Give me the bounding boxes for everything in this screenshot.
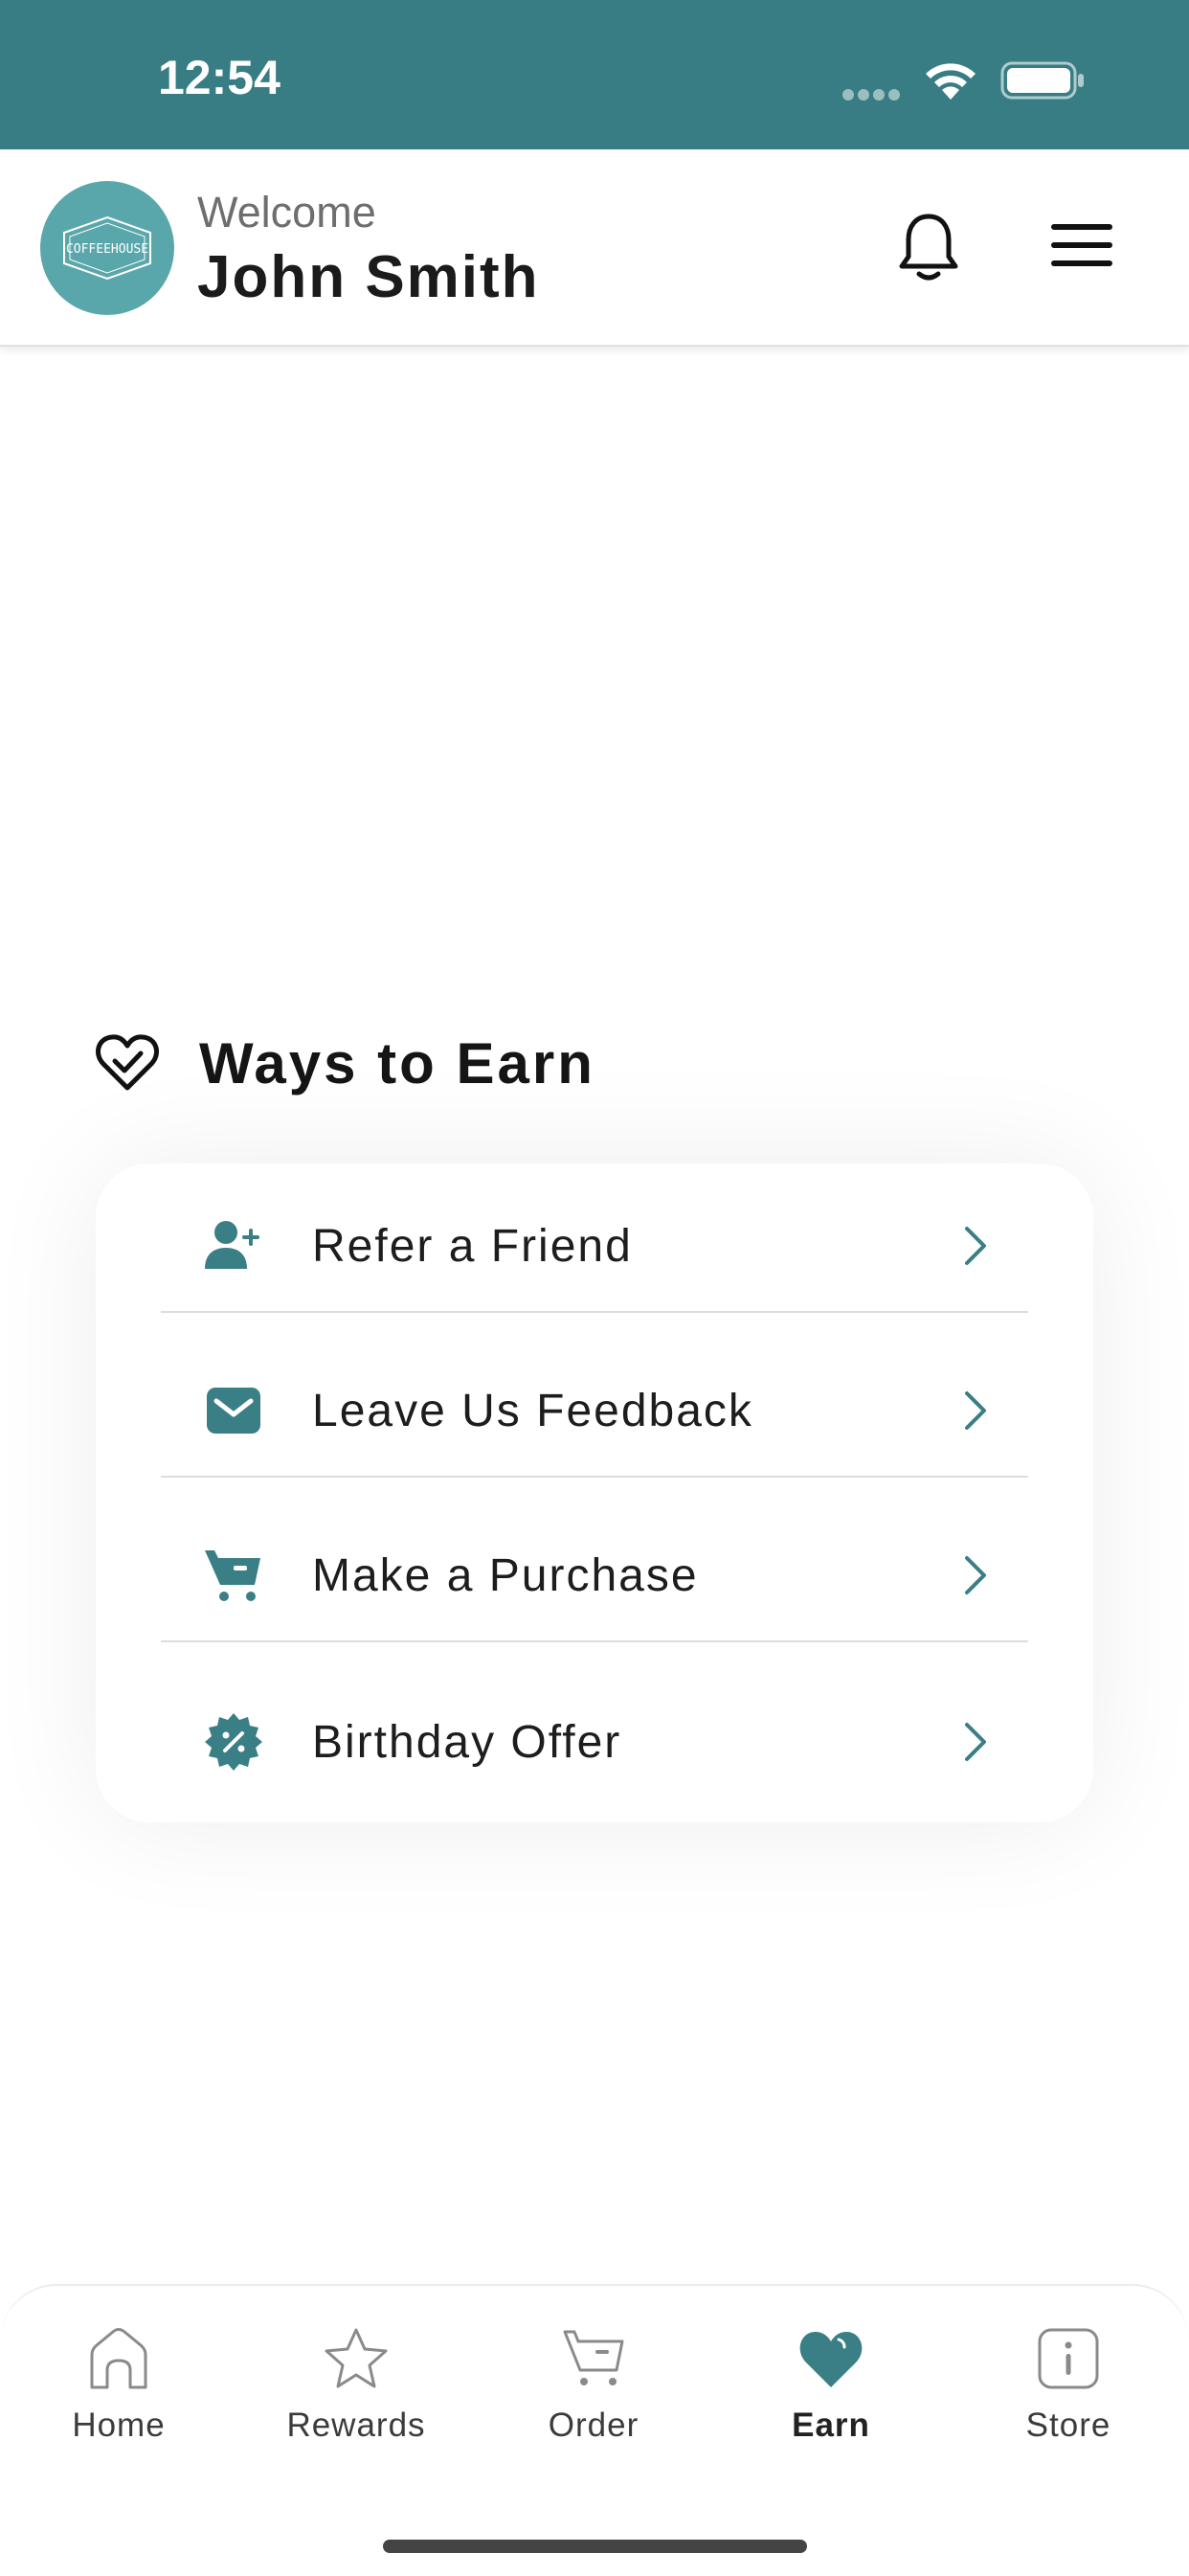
- chevron-right-icon: [965, 1556, 986, 1594]
- info-icon: [1038, 2328, 1099, 2389]
- welcome-label: Welcome: [197, 188, 376, 237]
- tab-earn[interactable]: Earn: [712, 2324, 950, 2449]
- tab-label: Home: [72, 2407, 166, 2444]
- heart-icon: [799, 2332, 863, 2387]
- tab-label: Store: [1025, 2407, 1111, 2444]
- tab-rewards[interactable]: Rewards: [237, 2324, 475, 2449]
- svg-text:COFFEEHOUSE: COFFEEHOUSE: [66, 242, 148, 257]
- status-time: 12:54: [158, 51, 280, 104]
- divider: [161, 1476, 1028, 1478]
- star-icon: [325, 2328, 388, 2388]
- hamburger-menu-icon[interactable]: [1049, 220, 1114, 270]
- heart-check-icon: [96, 1034, 159, 1091]
- bottom-tab-bar: Home Rewards Order Earn Store: [0, 2284, 1189, 2576]
- earn-item-refer-friend[interactable]: Refer a Friend: [161, 1164, 1028, 1328]
- tab-home[interactable]: Home: [0, 2324, 237, 2449]
- envelope-icon: [203, 1380, 264, 1441]
- chevron-right-icon: [965, 1391, 986, 1430]
- wifi-icon: [926, 63, 976, 100]
- ways-to-earn-card: Refer a Friend Leave Us Feedback Make a …: [96, 1164, 1093, 1822]
- tab-label: Order: [548, 2407, 639, 2444]
- bell-icon[interactable]: [896, 211, 961, 283]
- earn-item-label: Leave Us Feedback: [312, 1385, 753, 1436]
- earn-item-label: Make a Purchase: [312, 1549, 699, 1601]
- cellular-signal-icon: [842, 86, 908, 101]
- tab-label: Rewards: [286, 2407, 426, 2444]
- chevron-right-icon: [965, 1227, 986, 1265]
- cart-icon: [203, 1545, 264, 1606]
- tab-store[interactable]: Store: [950, 2324, 1187, 2449]
- earn-item-label: Refer a Friend: [312, 1220, 633, 1272]
- home-icon: [90, 2328, 147, 2389]
- earn-item-birthday-offer[interactable]: Birthday Offer: [161, 1660, 1028, 1824]
- avatar[interactable]: COFFEEHOUSE: [40, 181, 174, 315]
- app-header: COFFEEHOUSE Welcome John Smith: [0, 149, 1189, 347]
- coffeehouse-logo-icon: COFFEEHOUSE: [63, 215, 151, 281]
- home-indicator[interactable]: [383, 2540, 807, 2553]
- tab-label: Earn: [792, 2407, 870, 2444]
- section-title: Ways to Earn: [199, 1030, 595, 1096]
- battery-icon: [1000, 61, 1084, 100]
- discount-badge-icon: [203, 1711, 264, 1773]
- add-user-icon: [203, 1215, 264, 1277]
- earn-item-feedback[interactable]: Leave Us Feedback: [161, 1328, 1028, 1493]
- user-name: John Smith: [197, 244, 540, 310]
- divider: [161, 1640, 1028, 1642]
- earn-item-purchase[interactable]: Make a Purchase: [161, 1493, 1028, 1658]
- divider: [161, 1311, 1028, 1313]
- status-bar: 12:54: [0, 0, 1189, 149]
- cart-icon: [563, 2330, 624, 2385]
- earn-item-label: Birthday Offer: [312, 1716, 622, 1768]
- tab-order[interactable]: Order: [475, 2324, 712, 2449]
- chevron-right-icon: [965, 1723, 986, 1761]
- section-header: Ways to Earn: [94, 1025, 595, 1101]
